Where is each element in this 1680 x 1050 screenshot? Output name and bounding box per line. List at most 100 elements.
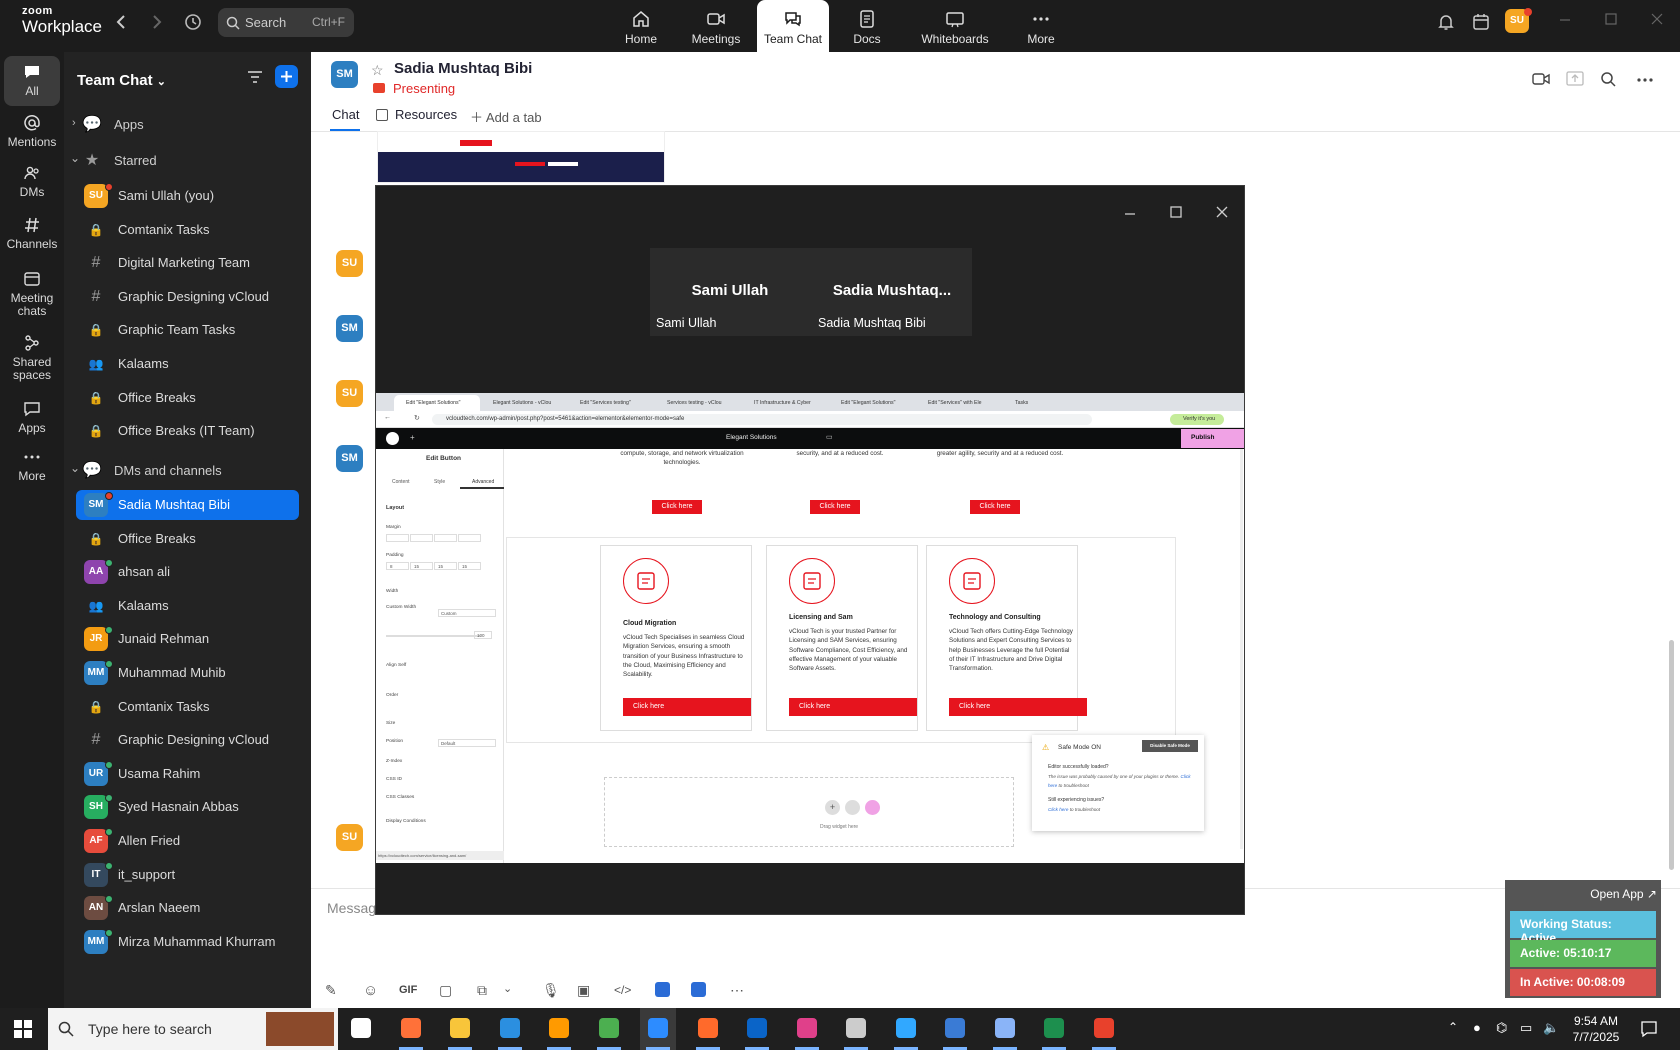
app-icon[interactable] bbox=[655, 982, 670, 997]
rail-item-more[interactable]: More bbox=[0, 448, 64, 483]
search-chat-icon[interactable] bbox=[1600, 71, 1616, 87]
drop-zone[interactable]: + Drag widget here bbox=[604, 777, 1014, 847]
sidebar-item[interactable]: # Graphic Designing vCloud bbox=[64, 282, 311, 312]
position-select[interactable]: Default bbox=[438, 739, 496, 747]
notes-icon[interactable] bbox=[987, 1008, 1023, 1050]
app-icon[interactable] bbox=[1086, 1008, 1122, 1050]
tab-resources[interactable]: Resources bbox=[395, 107, 457, 122]
sidebar-item[interactable]: 🔒 Office Breaks bbox=[64, 383, 311, 413]
back-arrow-icon[interactable] bbox=[114, 14, 128, 30]
nav-tab-docs[interactable]: Docs bbox=[831, 0, 903, 52]
spacing-input[interactable]: 15 bbox=[458, 562, 481, 570]
browser-tab[interactable]: Tasks bbox=[1003, 395, 1089, 411]
sidebar-item[interactable]: AA ahsan ali bbox=[64, 557, 311, 587]
chevron-down-icon[interactable]: ⌄ bbox=[503, 982, 512, 995]
outlook-icon[interactable] bbox=[739, 1008, 775, 1050]
zoom-icon[interactable] bbox=[640, 1008, 676, 1050]
sidebar-item[interactable]: AN Arslan Naeem bbox=[64, 893, 311, 923]
mic-icon[interactable]: 🎙 bbox=[542, 982, 560, 999]
vscode-icon[interactable] bbox=[492, 1008, 528, 1050]
minimize-icon[interactable] bbox=[1123, 206, 1137, 220]
sidebar-item[interactable]: UR Usama Rahim bbox=[64, 759, 311, 789]
history-icon[interactable] bbox=[183, 12, 203, 32]
add-section-icon[interactable]: + bbox=[825, 800, 840, 815]
bell-icon[interactable] bbox=[1436, 12, 1456, 32]
click-here-button[interactable]: Click here bbox=[810, 500, 860, 514]
sidebar-item[interactable]: 🔒 Comtanix Tasks bbox=[64, 692, 311, 722]
address-bar[interactable]: vcloudtech.com/wp-admin/post.php?post=54… bbox=[432, 414, 1092, 425]
more-icon[interactable]: ⋯ bbox=[730, 982, 744, 999]
battery-icon[interactable]: ▭ bbox=[1520, 1020, 1532, 1036]
sidebar-item[interactable]: SH Syed Hasnain Abbas bbox=[64, 792, 311, 822]
task-view-icon[interactable] bbox=[343, 1008, 379, 1050]
custom-width-input[interactable]: 100 bbox=[474, 631, 492, 639]
click-here-button[interactable]: Click here bbox=[949, 698, 1087, 716]
rail-item-shared-spaces[interactable]: Shared spaces bbox=[0, 334, 64, 382]
filter-icon[interactable] bbox=[246, 68, 264, 86]
sidebar-item[interactable]: 👥 Kalaams bbox=[64, 591, 311, 621]
sidebar-item[interactable]: MM Muhammad Muhib bbox=[64, 658, 311, 688]
spacing-input[interactable]: 15 bbox=[434, 562, 457, 570]
click-here-button[interactable]: Click here bbox=[789, 698, 917, 716]
format-icon[interactable]: ✎ bbox=[325, 982, 337, 999]
sidebar-item[interactable]: SU Sami Ullah (you) bbox=[64, 181, 311, 211]
troubleshoot-link[interactable]: Click here bbox=[1048, 807, 1068, 812]
click-here-button[interactable]: Click here bbox=[652, 500, 702, 514]
emoji-icon[interactable]: ☺ bbox=[363, 982, 378, 999]
click-here-button[interactable]: Click here bbox=[623, 698, 751, 716]
rail-item-all[interactable]: All bbox=[4, 56, 60, 106]
file-explorer-icon[interactable] bbox=[442, 1008, 478, 1050]
disable-safe-mode-button[interactable]: Disable Safe Mode bbox=[1142, 740, 1198, 752]
rail-item-apps[interactable]: Apps bbox=[0, 400, 64, 435]
notification-center-icon[interactable] bbox=[1640, 1020, 1658, 1038]
spacing-input[interactable] bbox=[410, 534, 433, 542]
open-app-link[interactable]: Open App ↗ bbox=[1505, 887, 1657, 901]
sidebar-section-dms[interactable]: ⌄ 💬 DMs and channels bbox=[64, 456, 311, 486]
sidebar-item[interactable]: IT it_support bbox=[64, 860, 311, 890]
maximize-icon[interactable] bbox=[1169, 205, 1183, 219]
file-icon[interactable]: ▢ bbox=[439, 982, 452, 999]
sidebar-item[interactable]: 🔒 Comtanix Tasks bbox=[64, 215, 311, 245]
sidebar-item[interactable]: MM Mirza Muhammad Khurram bbox=[64, 927, 311, 957]
chat-more-icon[interactable] bbox=[1637, 78, 1653, 82]
minimize-icon[interactable] bbox=[1558, 12, 1572, 26]
browser-tab[interactable]: Services testing - vClou bbox=[655, 395, 741, 411]
back-arrow-icon[interactable]: ← bbox=[384, 414, 391, 421]
rail-item-dms[interactable]: DMs bbox=[0, 164, 64, 199]
search-input[interactable]: Search Ctrl+F bbox=[218, 8, 354, 37]
sidebar-item[interactable]: 👥 Kalaams bbox=[64, 349, 311, 379]
desktop-icon[interactable]: ▭ bbox=[826, 433, 833, 441]
nav-tab-whiteboards[interactable]: Whiteboards bbox=[912, 0, 998, 52]
panel-tab-style[interactable]: Style bbox=[434, 479, 445, 485]
taskbar-clock[interactable]: 9:54 AM 7/7/2025 bbox=[1566, 1013, 1626, 1045]
sidebar-item[interactable]: 🔒 Office Breaks (IT Team) bbox=[64, 416, 311, 446]
sidebar-item[interactable]: # Digital Marketing Team bbox=[64, 248, 311, 278]
gif-button[interactable]: GIF bbox=[399, 984, 417, 996]
video-tile[interactable]: Sadia Mushtaq... Sadia Mushtaq Bibi bbox=[812, 248, 972, 336]
sidebar-item[interactable]: # Graphic Designing vCloud bbox=[64, 725, 311, 755]
sidebar-section-starred[interactable]: ⌄ ★ Starred bbox=[64, 146, 311, 176]
new-chat-button[interactable] bbox=[275, 65, 298, 88]
panel-tab-content[interactable]: Content bbox=[392, 479, 410, 485]
chat-scrollbar[interactable] bbox=[1669, 640, 1674, 870]
excel-icon[interactable] bbox=[1036, 1008, 1072, 1050]
spacing-input[interactable]: 15 bbox=[410, 562, 433, 570]
spacing-input[interactable]: 8 bbox=[386, 562, 409, 570]
nav-tab-team-chat[interactable]: Team Chat bbox=[757, 0, 829, 52]
maximize-icon[interactable] bbox=[1604, 12, 1618, 26]
spacing-input[interactable] bbox=[434, 534, 457, 542]
nav-tab-home[interactable]: Home bbox=[605, 0, 677, 52]
share-screen-icon[interactable] bbox=[1566, 71, 1584, 87]
message-avatar[interactable]: SU bbox=[336, 380, 363, 407]
browser-tab[interactable]: Edit "Services" with Ele bbox=[916, 395, 1002, 411]
app-icon[interactable] bbox=[690, 1008, 726, 1050]
sidebar-item[interactable]: AF Allen Fried bbox=[64, 826, 311, 856]
calendar-icon[interactable] bbox=[1471, 12, 1491, 32]
message-avatar[interactable]: SU bbox=[336, 250, 363, 277]
site-name[interactable]: Elegant Solutions bbox=[726, 434, 777, 441]
forward-arrow-icon[interactable] bbox=[150, 14, 164, 30]
pen-tool-icon[interactable] bbox=[838, 1008, 874, 1050]
browser-tab[interactable]: Elegant Solutions - vClou bbox=[481, 395, 567, 411]
tab-chat[interactable]: Chat bbox=[332, 107, 359, 122]
star-icon[interactable]: ☆ bbox=[371, 62, 384, 79]
